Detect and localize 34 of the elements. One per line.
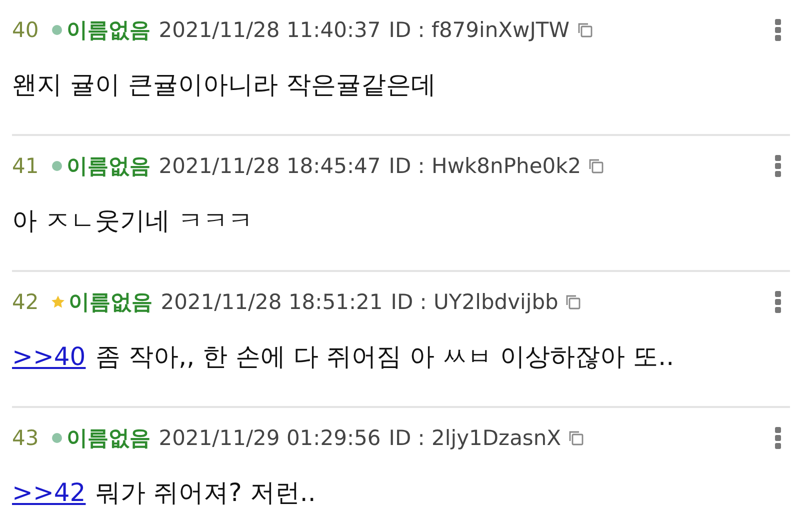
post-text: 좀 작아,, 한 손에 다 쥐어짐 아 ㅆㅂ 이상하잖아 또.. xyxy=(96,341,674,373)
star-icon xyxy=(50,295,65,309)
dot-icon xyxy=(50,432,63,444)
author-name: 이름없음 xyxy=(66,153,151,180)
post-text: 뭐가 쥐어져? 저런.. xyxy=(96,477,316,509)
poster-id: ID : f879inXwJTW xyxy=(388,18,570,42)
more-icon[interactable] xyxy=(774,290,782,314)
copy-icon[interactable] xyxy=(564,293,582,311)
post-datetime: 2021/11/28 18:45:47 xyxy=(158,154,381,178)
poster-id: ID : UY2lbdvijbb xyxy=(390,290,558,314)
post-number: 43 xyxy=(12,426,39,450)
more-icon[interactable] xyxy=(774,18,782,42)
author-name: 이름없음 xyxy=(68,289,153,316)
copy-icon[interactable] xyxy=(587,157,606,175)
post-number: 42 xyxy=(12,290,39,314)
poster-id: ID : 2ljy1DzasnX xyxy=(388,426,562,450)
reply-link[interactable]: >>42 xyxy=(12,478,86,507)
more-icon[interactable] xyxy=(774,154,782,178)
post-datetime: 2021/11/28 11:40:37 xyxy=(158,18,381,42)
copy-icon[interactable] xyxy=(576,21,594,39)
dot-icon xyxy=(50,160,63,172)
post-datetime: 2021/11/28 18:51:21 xyxy=(160,290,383,314)
post-text: 왠지 귤이 큰귤이아니라 작은귤같은데 xyxy=(12,69,436,101)
post-datetime: 2021/11/29 01:29:56 xyxy=(158,426,381,450)
post-text: 아 ㅈㄴ웃기네 ㅋㅋㅋ xyxy=(12,205,253,237)
post-number: 41 xyxy=(12,154,39,178)
copy-icon[interactable] xyxy=(567,429,586,447)
dot-icon xyxy=(50,24,63,36)
author-name: 이름없음 xyxy=(66,425,151,452)
reply-link[interactable]: >>40 xyxy=(12,342,86,371)
more-icon[interactable] xyxy=(774,426,782,450)
post-number: 40 xyxy=(12,18,39,42)
poster-id: ID : Hwk8nPhe0k2 xyxy=(388,154,582,178)
author-name: 이름없음 xyxy=(66,17,151,44)
